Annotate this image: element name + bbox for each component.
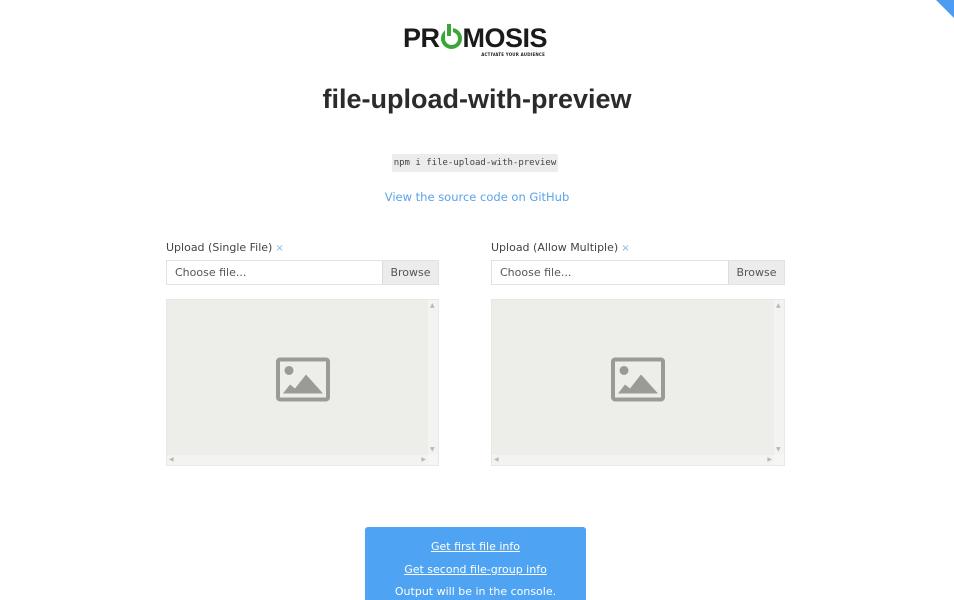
multiple-file-upload: Upload (Allow Multiple) × Choose file... …	[491, 240, 785, 466]
scroll-right-icon[interactable]: ▶	[767, 456, 772, 464]
logo-text-start: PR	[403, 23, 440, 53]
scroll-left-icon[interactable]: ◀	[169, 456, 174, 464]
logo-tagline: ACTIVATE YOUR AUDIENCE	[481, 52, 545, 57]
github-source-link[interactable]: View the source code on GitHub	[0, 190, 954, 204]
browse-button[interactable]: Browse	[728, 261, 784, 284]
file-input-placeholder[interactable]: Choose file...	[492, 261, 728, 284]
upload-label: Upload (Single File) ×	[166, 240, 439, 256]
upload-label: Upload (Allow Multiple) ×	[491, 240, 785, 256]
vertical-scrollbar[interactable]: ▲ ▼	[428, 300, 438, 455]
get-first-file-info-link[interactable]: Get first file info	[365, 536, 586, 559]
horizontal-scrollbar[interactable]: ◀ ▶	[492, 455, 774, 465]
install-command: npm i file-upload-with-preview	[392, 154, 558, 172]
power-icon	[440, 27, 462, 49]
clear-file-icon[interactable]: ×	[621, 243, 629, 254]
scroll-left-icon[interactable]: ◀	[494, 456, 499, 464]
single-file-upload: Upload (Single File) × Choose file... Bro…	[166, 240, 439, 466]
scrollbar-corner	[428, 455, 438, 465]
scroll-down-icon[interactable]: ▼	[430, 446, 435, 454]
scroll-right-icon[interactable]: ▶	[421, 456, 426, 464]
get-second-file-group-info-link[interactable]: Get second file-group info	[365, 559, 586, 582]
logo-text-end: MOSIS	[462, 23, 548, 53]
scroll-up-icon[interactable]: ▲	[430, 302, 435, 310]
file-input[interactable]: Choose file... Browse	[491, 260, 785, 285]
info-actions-panel: Get first file info Get second file-grou…	[365, 527, 586, 600]
scroll-up-icon[interactable]: ▲	[776, 302, 781, 310]
clear-file-icon[interactable]: ×	[275, 243, 283, 254]
upload-label-text: Upload (Single File)	[166, 241, 273, 254]
promosis-logo: PR MOSIS ACTIVATE YOUR AUDIENCE	[403, 24, 553, 60]
image-placeholder-icon	[275, 356, 330, 401]
page-title: file-upload-with-preview	[322, 84, 632, 114]
vertical-scrollbar[interactable]: ▲ ▼	[774, 300, 784, 455]
image-placeholder-icon	[611, 356, 665, 401]
image-preview: ▲ ▼ ◀ ▶	[166, 299, 439, 466]
horizontal-scrollbar[interactable]: ◀ ▶	[167, 455, 428, 465]
file-input[interactable]: Choose file... Browse	[166, 260, 439, 285]
upload-label-text: Upload (Allow Multiple)	[491, 241, 619, 254]
browse-button[interactable]: Browse	[382, 261, 438, 284]
scroll-down-icon[interactable]: ▼	[776, 446, 781, 454]
corner-ribbon[interactable]	[936, 0, 954, 18]
scrollbar-corner	[774, 455, 784, 465]
image-preview: ▲ ▼ ◀ ▶	[491, 299, 785, 466]
console-output-note: Output will be in the console.	[394, 585, 557, 598]
file-input-placeholder[interactable]: Choose file...	[167, 261, 382, 284]
